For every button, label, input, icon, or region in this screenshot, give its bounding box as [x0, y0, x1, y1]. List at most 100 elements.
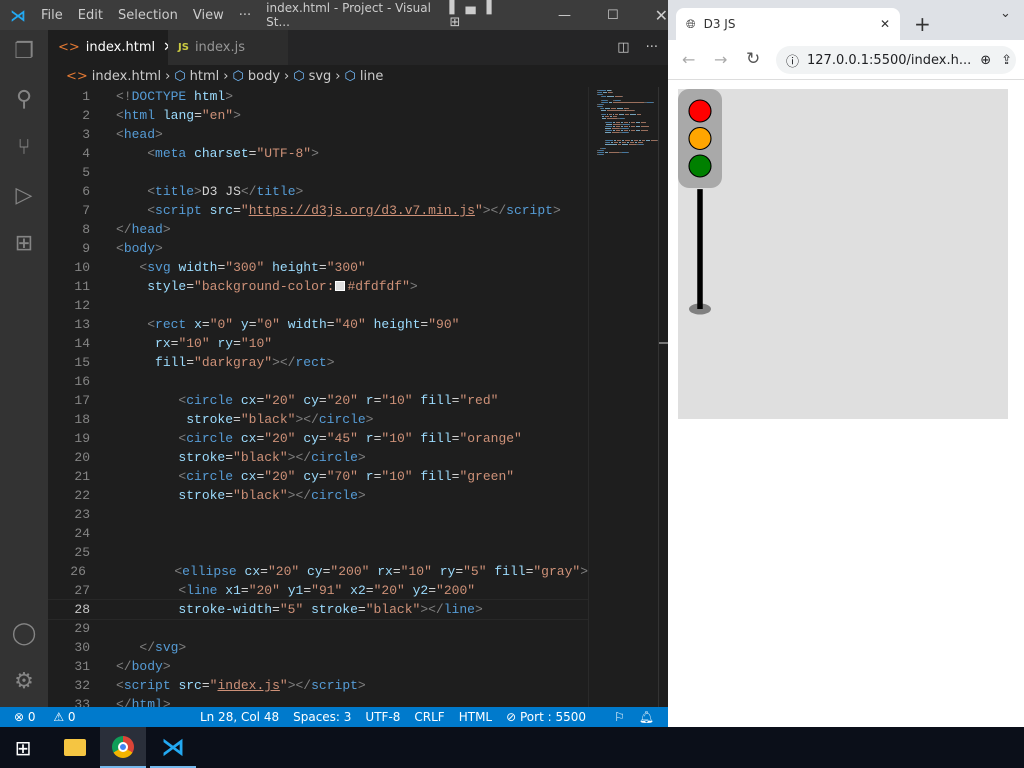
- editor-scrollbar[interactable]: [658, 87, 669, 707]
- notifications-bell-icon[interactable]: 🔔︎: [639, 710, 654, 724]
- code-line[interactable]: 26 <ellipse cx="20" cy="200" rx="10" ry=…: [48, 562, 588, 581]
- more-actions-icon[interactable]: ···: [646, 30, 658, 65]
- minimap[interactable]: [588, 87, 658, 707]
- code-line[interactable]: 17 <circle cx="20" cy="20" r="10" fill="…: [48, 391, 588, 410]
- menu-view[interactable]: View: [193, 8, 224, 23]
- code-line[interactable]: 25: [48, 543, 588, 562]
- code-line[interactable]: 31 </body>: [48, 657, 588, 676]
- code-line[interactable]: 8 </head>: [48, 220, 588, 239]
- code-line[interactable]: 1 <!DOCTYPE html>: [48, 87, 588, 106]
- run-debug-icon[interactable]: ▷: [10, 182, 38, 210]
- new-tab-button[interactable]: +: [914, 12, 931, 36]
- code-line[interactable]: 22 stroke="black"></circle>: [48, 486, 588, 505]
- tab-index-html[interactable]: <> index.html ✕: [48, 30, 174, 65]
- menu-edit[interactable]: Edit: [78, 8, 103, 23]
- code-line[interactable]: 11 style="background-color: #dfdfdf">: [48, 277, 588, 296]
- html-icon: <>: [66, 68, 88, 84]
- code-line[interactable]: 13 <rect x="0" y="0" width="40" height="…: [48, 315, 588, 334]
- minimap-mark: [622, 142, 626, 143]
- chrome-icon[interactable]: [100, 727, 146, 768]
- code-token: ry: [217, 336, 234, 351]
- code-line[interactable]: 20 stroke="black"></circle>: [48, 448, 588, 467]
- file-explorer-icon[interactable]: [52, 727, 98, 768]
- live-server-port[interactable]: ⊘ Port : 5500: [506, 710, 600, 724]
- explorer-icon[interactable]: ❐: [10, 38, 38, 66]
- browser-tab[interactable]: 🌐︎ D3 JS ✕: [676, 8, 900, 40]
- minimap-mark: [618, 144, 621, 145]
- account-icon[interactable]: ◯: [10, 620, 38, 648]
- code-line[interactable]: 15 fill="darkgray"></rect>: [48, 353, 588, 372]
- code-line[interactable]: 23: [48, 505, 588, 524]
- breadcrumb-item[interactable]: body: [248, 69, 280, 84]
- split-editor-icon[interactable]: ◫: [617, 30, 629, 65]
- encoding[interactable]: UTF-8: [365, 710, 400, 724]
- code-token: "45": [326, 431, 358, 446]
- code-token: =: [303, 583, 312, 598]
- address-bar[interactable]: ⓘ 127.0.0.1:5500/index.h... ⊕ ⇪: [776, 46, 1016, 74]
- back-button[interactable]: ←: [682, 50, 695, 69]
- code-line[interactable]: 10 <svg width="300" height="300": [48, 258, 588, 277]
- menu-file[interactable]: File: [41, 8, 63, 23]
- code-token: "20": [326, 393, 358, 408]
- tab-index-js[interactable]: JS index.js: [168, 30, 288, 65]
- code-line[interactable]: 28 stroke-width="5" stroke="black"></lin…: [48, 599, 588, 620]
- code-line[interactable]: 16: [48, 372, 588, 391]
- code-line[interactable]: 12: [48, 296, 588, 315]
- tab-search-chevron-icon[interactable]: ⌄: [1000, 6, 1011, 21]
- code-line[interactable]: 14 rx="10" ry="10": [48, 334, 588, 353]
- vscode-taskbar-icon[interactable]: ⋊: [150, 727, 196, 768]
- code-line[interactable]: 24: [48, 524, 588, 543]
- search-icon[interactable]: ⚲: [10, 86, 38, 114]
- code-line[interactable]: 27 <line x1="20" y1="91" x2="20" y2="200…: [48, 581, 588, 600]
- code-line[interactable]: 4 <meta charset="UTF-8">: [48, 144, 588, 163]
- error-count: 0: [27, 710, 36, 724]
- breadcrumb-item[interactable]: svg: [309, 69, 332, 84]
- breadcrumb-item[interactable]: html: [190, 69, 220, 84]
- zoom-icon[interactable]: ⊕: [980, 53, 991, 68]
- code-line[interactable]: 29: [48, 619, 588, 638]
- minimap-mark: [602, 102, 608, 103]
- share-icon[interactable]: ⇪: [1001, 53, 1012, 68]
- code-line[interactable]: 19 <circle cx="20" cy="45" r="10" fill="…: [48, 429, 588, 448]
- code-line[interactable]: 6 <title>D3 JS</title>: [48, 182, 588, 201]
- maximize-button[interactable]: ☐: [607, 8, 619, 23]
- code-editor[interactable]: 1 <!DOCTYPE html> 2 <html lang="en"> 3 <head>…: [48, 87, 588, 707]
- code-line[interactable]: 7 <script src="https://d3js.org/d3.v7.mi…: [48, 201, 588, 220]
- code-token: >: [194, 184, 202, 199]
- code-line[interactable]: 18 stroke="black"></circle>: [48, 410, 588, 429]
- feedback-icon[interactable]: ⚐: [614, 710, 625, 724]
- site-info-icon[interactable]: ⓘ: [786, 51, 799, 70]
- forward-button[interactable]: →: [714, 50, 727, 69]
- code-line[interactable]: 3 <head>: [48, 125, 588, 144]
- menu-selection[interactable]: Selection: [118, 8, 178, 23]
- cursor-position[interactable]: Ln 28, Col 48: [200, 710, 279, 724]
- breadcrumb-item[interactable]: line: [360, 69, 383, 84]
- source-control-icon[interactable]: ⑂: [10, 134, 38, 162]
- language-mode[interactable]: HTML: [459, 710, 492, 724]
- line-ending[interactable]: CRLF: [414, 710, 444, 724]
- problems-indicator[interactable]: ⊗ 0 ⚠ 0: [14, 710, 90, 724]
- settings-gear-icon[interactable]: ⚙: [10, 668, 38, 696]
- indentation[interactable]: Spaces: 3: [293, 710, 351, 724]
- code-line[interactable]: 9 <body>: [48, 239, 588, 258]
- reload-button[interactable]: ↻: [746, 49, 760, 69]
- code-line[interactable]: 33 </html>: [48, 695, 588, 707]
- windows-start-icon[interactable]: ⊞: [0, 727, 46, 768]
- minimap-mark: [609, 102, 612, 103]
- code-line[interactable]: 2 <html lang="en">: [48, 106, 588, 125]
- code-line[interactable]: 21 <circle cx="20" cy="70" r="10" fill="…: [48, 467, 588, 486]
- code-token: DOCTYPE: [131, 89, 187, 104]
- minimap-mark: [629, 144, 636, 145]
- code-line[interactable]: 30 </svg>: [48, 638, 588, 657]
- close-tab-icon[interactable]: ✕: [880, 17, 890, 31]
- code-line[interactable]: 5: [48, 163, 588, 182]
- breadcrumb-item[interactable]: index.html: [92, 69, 161, 84]
- extensions-icon[interactable]: ⊞: [10, 230, 38, 258]
- close-button[interactable]: ✕: [655, 6, 668, 25]
- menu-more[interactable]: ···: [239, 8, 251, 23]
- layout-toggle-icons[interactable]: ▌▄▐ ⊞: [450, 0, 518, 30]
- minimize-button[interactable]: —: [558, 8, 571, 23]
- code-line[interactable]: 32 <script src="index.js"></script>: [48, 676, 588, 695]
